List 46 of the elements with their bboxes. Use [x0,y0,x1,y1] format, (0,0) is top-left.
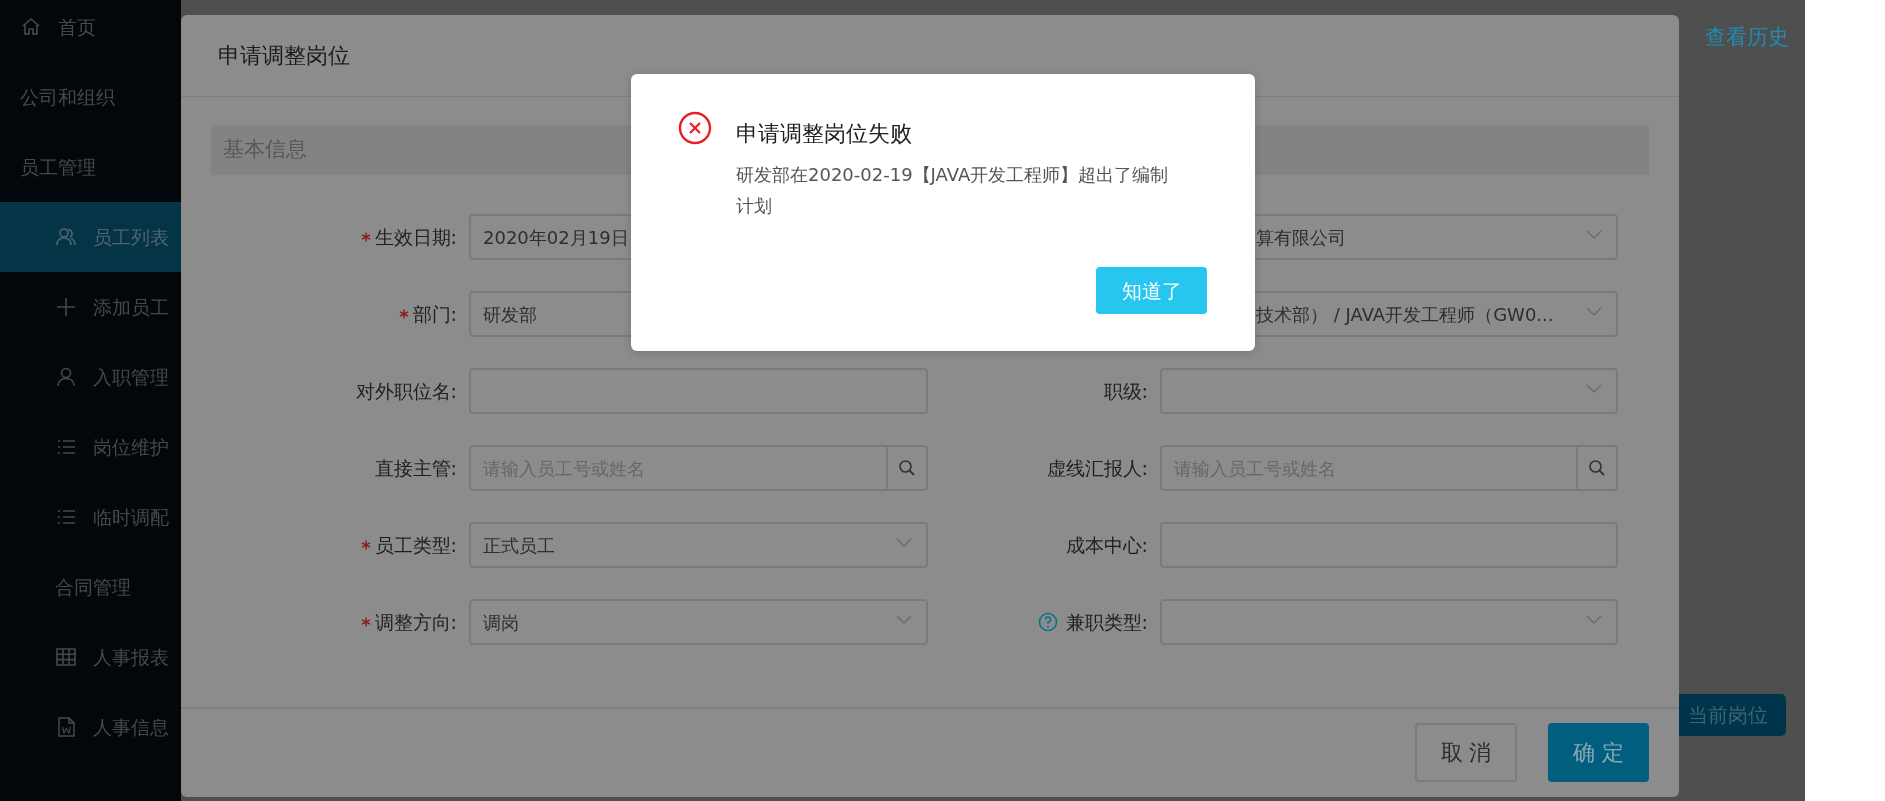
field-label: 职级: [1103,378,1148,404]
select-field[interactable] [1160,599,1618,645]
document-icon [55,716,77,738]
sidebar-item[interactable]: 员工列表 [0,202,181,272]
plus-icon [55,296,77,318]
field-label: 员工类型: [374,532,457,558]
caret-icon [1586,230,1602,240]
sidebar-item[interactable]: 人事信息 [0,692,181,762]
field-label: 部门: [412,301,457,327]
field-label: 虚线汇报人: [1046,455,1148,481]
search-icon [1588,459,1606,477]
sidebar-item[interactable]: 入职管理 [0,342,181,412]
user-icon [55,366,77,388]
confirm-button[interactable]: 确 定 [1548,723,1649,782]
sidebar-item[interactable]: 公司和组织 [0,62,181,132]
history-link[interactable]: 查看历史 [1705,22,1789,54]
table-icon [55,646,77,668]
cancel-button[interactable]: 取 消 [1415,723,1517,782]
caret-icon [1586,384,1602,394]
error-icon [678,111,712,145]
sidebar-item[interactable]: 首页 [0,0,181,62]
field-label: 成本中心: [1065,532,1148,558]
caret-icon [896,538,912,548]
field-label: 调整方向: [374,609,457,635]
help-icon[interactable] [1037,612,1058,632]
field-label: 对外职位名: [355,378,457,404]
modal-title: 申请调整岗位 [218,42,350,70]
caret-icon [1586,615,1602,625]
select-field[interactable]: 调岗 [469,599,928,645]
sidebar-item[interactable]: 员工管理 [0,132,181,202]
sidebar-item[interactable]: 岗位维护 [0,412,181,482]
sidebar-item[interactable]: 临时调配 [0,482,181,552]
acknowledge-button[interactable]: 知道了 [1096,267,1207,314]
caret-icon [1586,307,1602,317]
select-field[interactable]: 正式员工 [469,522,928,568]
sidebar-item[interactable]: 合同管理 [0,552,181,622]
select-field[interactable] [1160,368,1618,414]
search-icon [898,459,916,477]
sidebar-item[interactable]: 添加员工 [0,272,181,342]
users-icon [55,226,77,248]
sidebar-item[interactable]: 人事报表 [0,622,181,692]
home-icon [20,16,42,38]
field-label: 兼职类型: [1065,609,1148,635]
caret-icon [896,615,912,625]
field-label: 直接主管: [374,455,457,481]
field-label: 生效日期: [374,224,457,250]
